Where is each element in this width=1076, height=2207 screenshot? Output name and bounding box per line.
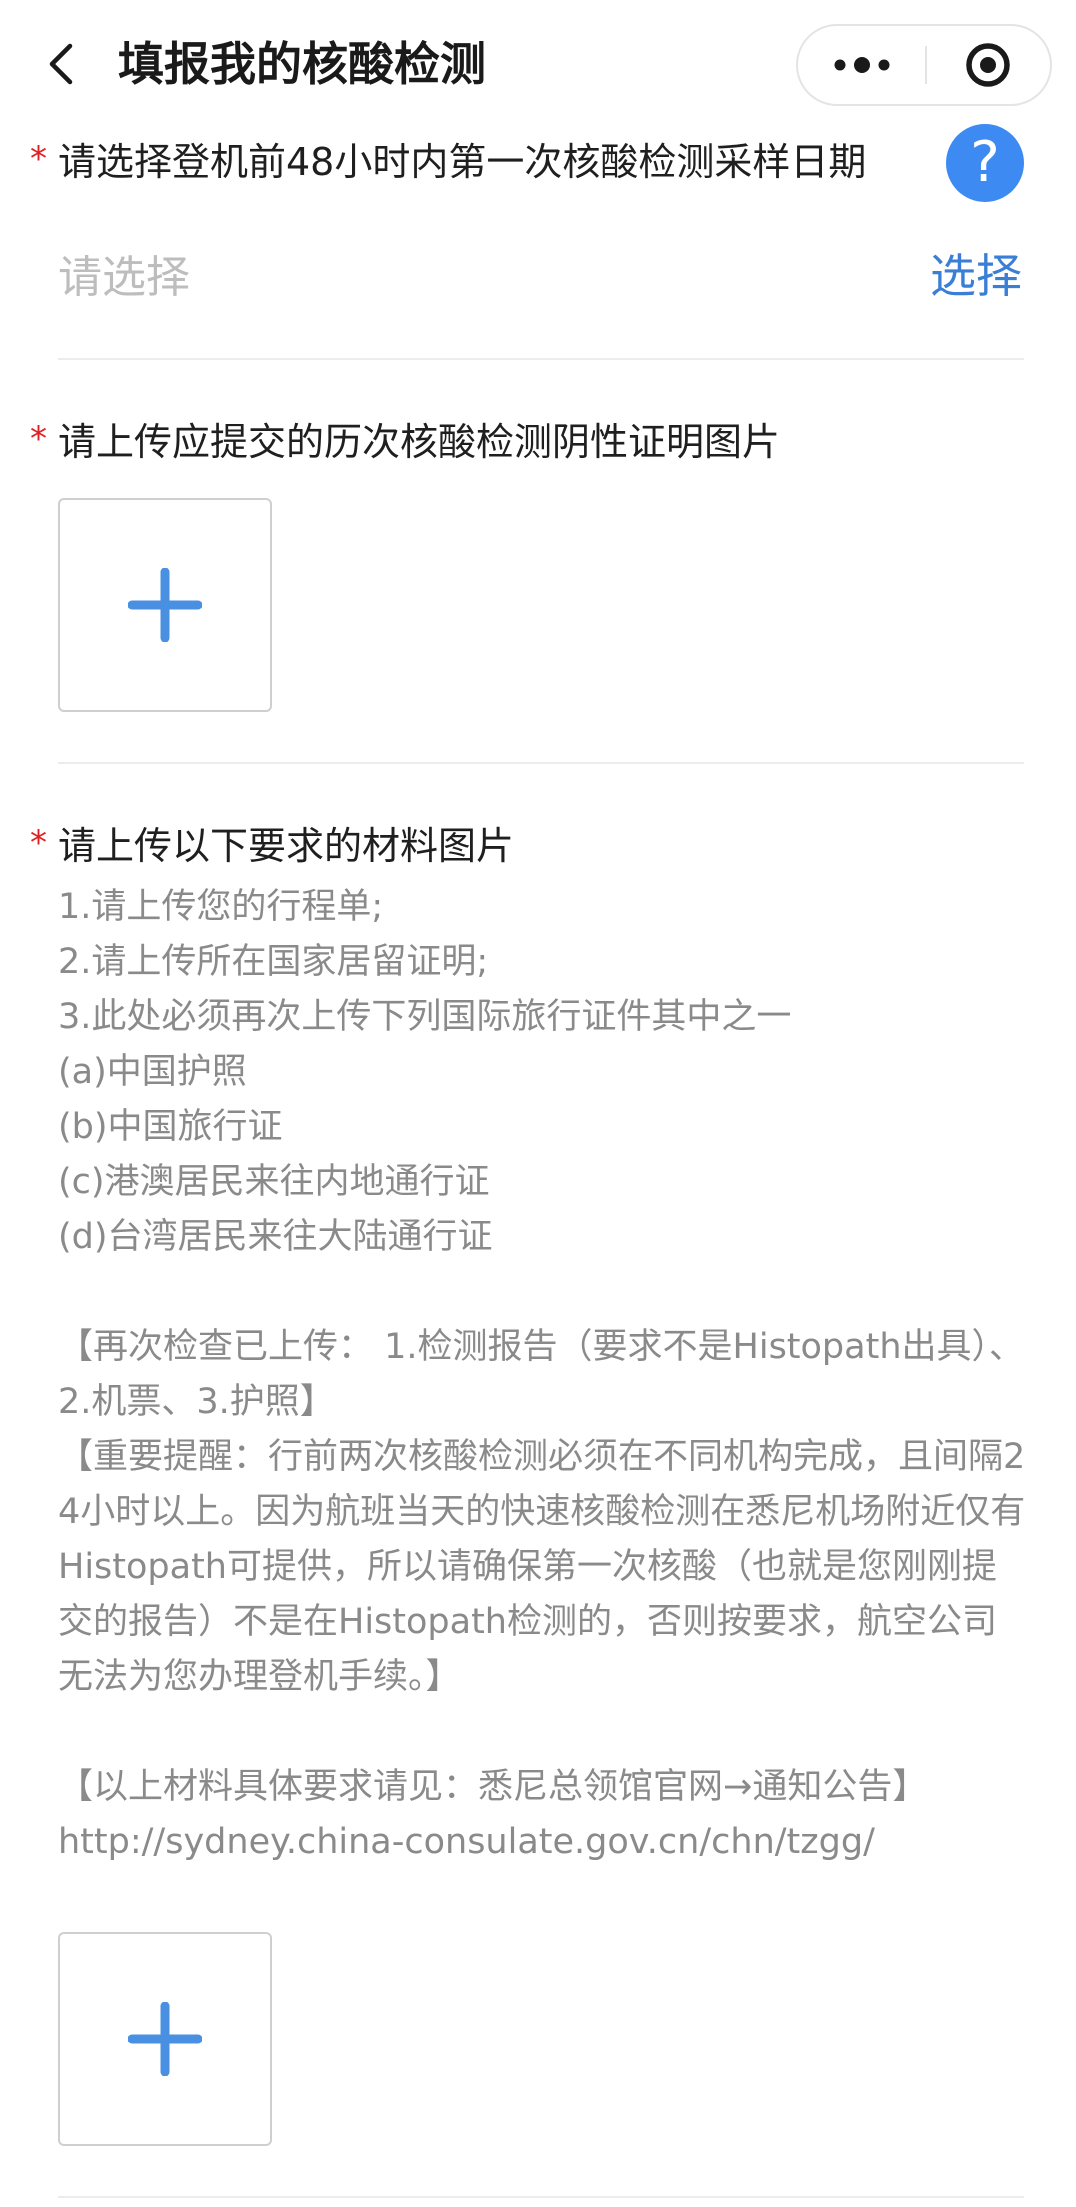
more-dots-icon xyxy=(834,57,890,73)
instruction-line: (a)中国护照 xyxy=(58,1052,247,1092)
date-placeholder[interactable]: 请选择 xyxy=(58,246,190,310)
plus-icon xyxy=(128,568,202,642)
required-mark: * xyxy=(30,139,47,179)
materials-instructions: 1.请上传您的行程单; 2.请上传所在国家居留证明; 3.此处必须再次上传下列国… xyxy=(58,880,1028,1870)
instruction-line: 2.请上传所在国家居留证明; xyxy=(58,942,489,982)
history-upload-label: 请上传应提交的历次核酸检测阴性证明图片 xyxy=(58,420,781,464)
chevron-left-icon xyxy=(49,43,73,85)
page-title: 填报我的核酸检测 xyxy=(118,37,486,91)
divider xyxy=(58,762,1024,764)
materials-upload-label: 请上传以下要求的材料图片 xyxy=(58,824,515,868)
instruction-line: 1.请上传您的行程单; xyxy=(58,887,384,927)
date-field-label: 请选择登机前48小时内第一次核酸检测采样日期 xyxy=(58,140,867,184)
choose-date-button[interactable]: 选择 xyxy=(930,244,1022,308)
divider xyxy=(58,2196,1024,2198)
instruction-line: (b)中国旅行证 xyxy=(58,1107,283,1147)
navigation-bar: 填报我的核酸检测 xyxy=(0,0,1076,130)
recheck-note: 【再次检查已上传： 1.检测报告（要求不是Histopath出具）、2.机票、3… xyxy=(58,1327,1025,1422)
close-button[interactable] xyxy=(926,26,1050,104)
instruction-line: (c)港澳居民来往内地通行证 xyxy=(58,1162,490,1202)
materials-upload-button[interactable] xyxy=(58,1932,272,2146)
required-mark: * xyxy=(30,823,47,863)
history-upload-button[interactable] xyxy=(58,498,272,712)
important-reminder: 【重要提醒：行前两次核酸检测必须在不同机构完成，且间隔24小时以上。因为航班当天… xyxy=(58,1437,1026,1697)
reference-note: 【以上材料具体要求请见：悉尼总领馆官网→通知公告】 xyxy=(58,1767,928,1807)
divider xyxy=(58,358,1024,360)
help-button[interactable]: ? xyxy=(946,124,1024,202)
instruction-line: 3.此处必须再次上传下列国际旅行证件其中之一 xyxy=(58,997,792,1037)
required-mark: * xyxy=(30,419,47,459)
more-button[interactable] xyxy=(798,26,926,104)
consulate-url: http://sydney.china-consulate.gov.cn/chn… xyxy=(58,1822,875,1862)
instruction-line: (d)台湾居民来往大陆通行证 xyxy=(58,1217,493,1257)
plus-icon xyxy=(128,2002,202,2076)
mini-program-capsule xyxy=(796,24,1052,106)
target-close-icon xyxy=(966,43,1010,87)
back-button[interactable] xyxy=(38,36,84,92)
